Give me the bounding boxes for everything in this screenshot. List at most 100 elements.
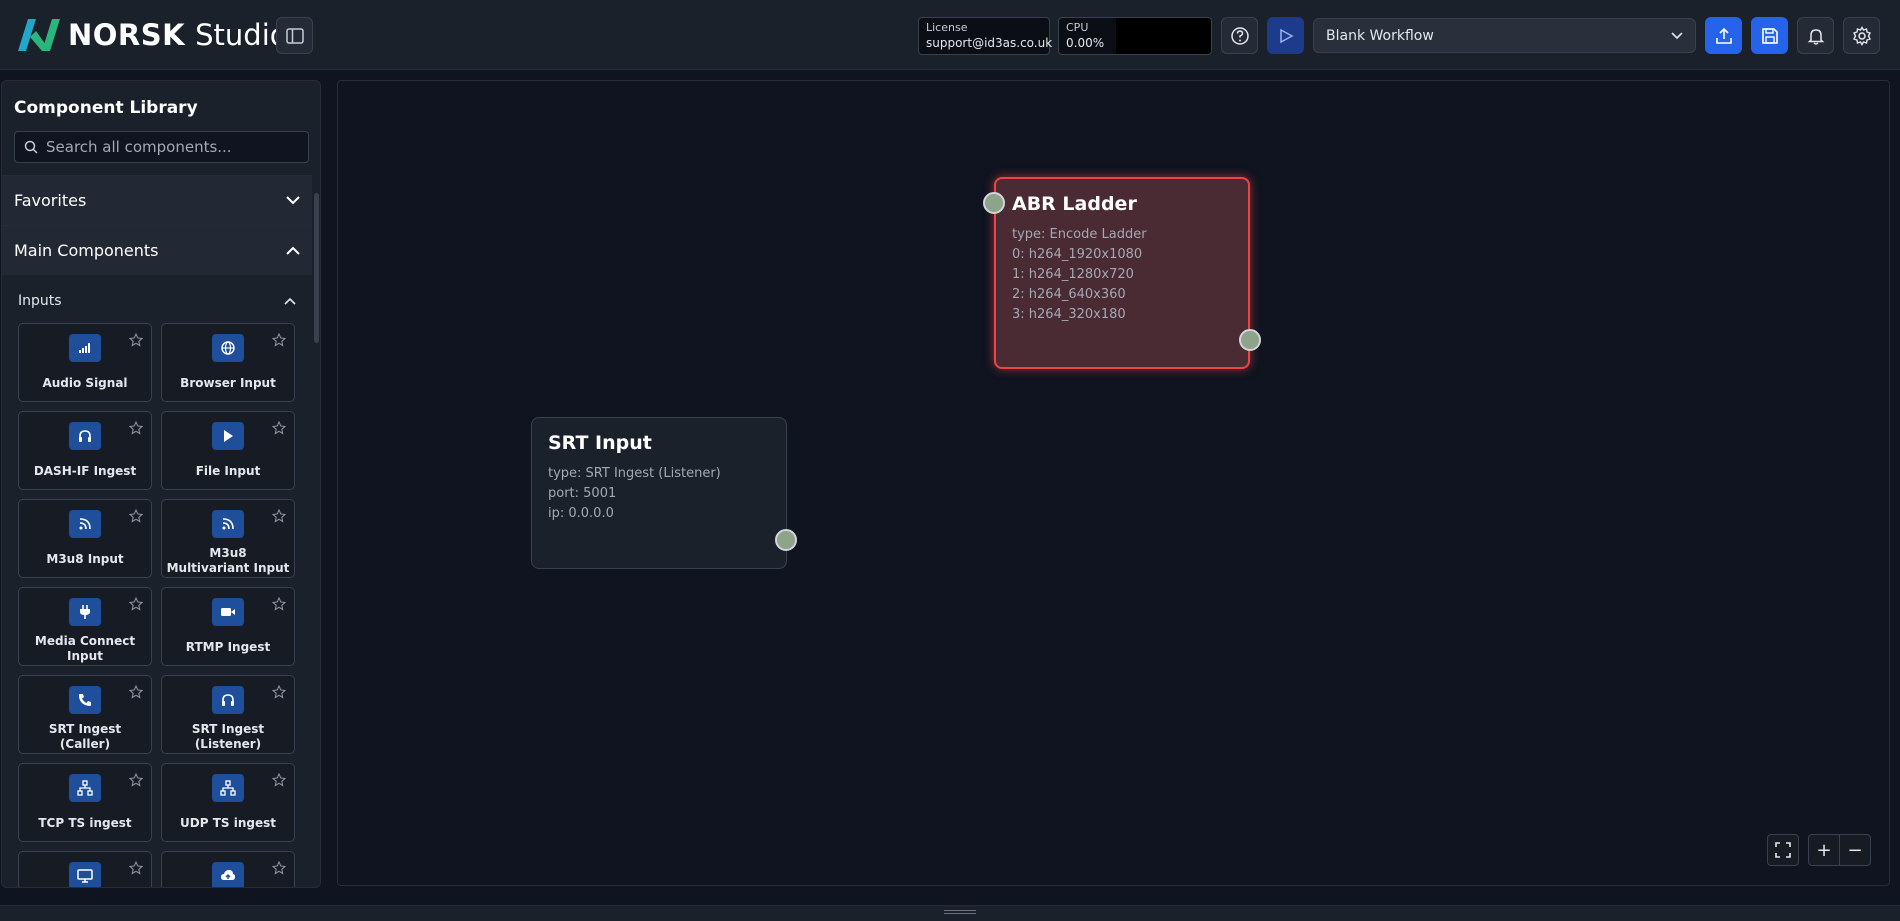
plug-icon [80,605,90,619]
component-icon-wrap [212,510,244,538]
star-icon [128,420,144,435]
component-label: Browser Input [180,376,276,390]
help-button[interactable] [1221,17,1258,54]
main-components-section-header[interactable]: Main Components [2,225,312,275]
favorite-toggle[interactable] [128,596,144,615]
upload-button[interactable] [1705,17,1742,54]
workflow-select[interactable]: Blank Workflow [1313,18,1696,53]
globe-icon [221,341,235,355]
component-search [14,131,309,163]
node-srt-input[interactable]: SRT Input type: SRT Ingest (Listener) po… [531,417,787,569]
node-title: ABR Ladder [1012,193,1137,215]
node-property: port: 5001 [548,486,617,501]
library-scroll-thumb[interactable] [314,193,319,343]
notifications-button[interactable] [1797,17,1834,54]
inputs-label: Inputs [18,293,62,309]
favorite-toggle[interactable] [128,332,144,351]
cpu-value: 0.00% [1066,36,1105,50]
component-icon-wrap [212,334,244,362]
component-icon-wrap [69,774,101,802]
main-components-label: Main Components [14,241,159,260]
component-card[interactable]: File Input [161,411,295,490]
node-property: type: SRT Ingest (Listener) [548,466,721,481]
favorite-toggle[interactable] [271,860,287,879]
cloud-upload-icon [221,870,235,880]
favorite-toggle[interactable] [128,420,144,439]
sidebar-toggle-button[interactable] [276,17,313,54]
component-card[interactable]: Audio Signal [18,323,152,402]
component-label: UDP TS ingest [180,816,276,830]
license-box: License support@id3as.co.uk [918,17,1052,55]
component-card[interactable]: M3u8 Input [18,499,152,578]
zoom-in-button[interactable]: + [1808,834,1840,866]
upload-icon [1715,27,1732,44]
favorite-toggle[interactable] [271,684,287,703]
component-card[interactable]: TCP TS ingest [18,763,152,842]
bottom-resize-bar[interactable] [0,905,1900,921]
component-label: DASH-IF Ingest [33,464,137,478]
component-card[interactable]: DASH-IF Ingest [18,411,152,490]
top-bar: NORSK Studio License support@id3as.co.uk… [0,0,1900,70]
component-icon-wrap [69,334,101,362]
favorites-section-header[interactable]: Favorites [2,175,312,225]
component-label: Media Connect Input [34,634,136,663]
component-label: File Input [195,464,261,478]
srt-output-port[interactable] [775,529,797,551]
resize-grip-icon[interactable] [944,910,976,914]
search-icon [24,140,38,154]
favorite-toggle[interactable] [271,596,287,615]
star-icon [128,684,144,699]
settings-button[interactable] [1843,17,1880,54]
favorite-toggle[interactable] [271,508,287,527]
network-icon [220,780,236,796]
zoom-out-button[interactable]: − [1839,834,1871,866]
norsk-logo: NORSK Studio [16,16,288,54]
favorite-toggle[interactable] [271,332,287,351]
component-card[interactable]: Media Connect Input [18,587,152,666]
favorite-toggle[interactable] [128,684,144,703]
save-button[interactable] [1751,17,1788,54]
workflow-canvas[interactable]: SRT Input type: SRT Ingest (Listener) po… [337,80,1890,886]
node-property: 3: h264_320x180 [1012,307,1126,322]
norsk-logo-mark-icon [18,19,60,51]
node-title: SRT Input [548,432,652,454]
component-icon-wrap [212,774,244,802]
favorite-toggle[interactable] [128,860,144,879]
abr-output-port[interactable] [1239,329,1261,351]
component-icon-wrap [212,862,244,887]
component-card[interactable]: RTMP Ingest [161,587,295,666]
component-library-panel: Component Library Favorites Main Compone… [1,80,321,888]
abr-input-port[interactable] [983,192,1005,214]
favorite-toggle[interactable] [271,772,287,791]
network-icon [77,780,93,796]
play-icon [1279,28,1294,43]
favorite-toggle[interactable] [128,508,144,527]
inputs-subsection-header[interactable]: Inputs [2,286,312,316]
node-abr-ladder[interactable]: ABR Ladder type: Encode Ladder 0: h264_1… [994,177,1250,369]
favorite-toggle[interactable] [128,772,144,791]
component-card[interactable] [161,851,295,887]
chevron-down-icon [286,196,300,205]
run-button[interactable] [1267,17,1304,54]
component-card[interactable]: UDP TS ingest [161,763,295,842]
component-card[interactable]: Browser Input [161,323,295,402]
headphones-icon [79,430,91,442]
rss-icon [222,518,234,530]
component-card[interactable]: SRT Ingest (Listener) [161,675,295,754]
library-scrollbar[interactable] [312,181,320,886]
star-icon [271,596,287,611]
component-search-input[interactable] [46,138,296,156]
component-label: Audio Signal [42,376,128,390]
license-label: License [926,21,968,34]
component-icon-wrap [212,422,244,450]
component-card[interactable] [18,851,152,887]
component-label: RTMP Ingest [185,640,271,654]
star-icon [271,420,287,435]
monitor-icon [77,869,93,883]
fit-view-button[interactable] [1767,834,1799,866]
component-card[interactable]: M3u8 Multivariant Input [161,499,295,578]
favorite-toggle[interactable] [271,420,287,439]
star-icon [128,332,144,347]
component-card[interactable]: SRT Ingest (Caller) [18,675,152,754]
chevron-down-icon [1671,31,1683,39]
